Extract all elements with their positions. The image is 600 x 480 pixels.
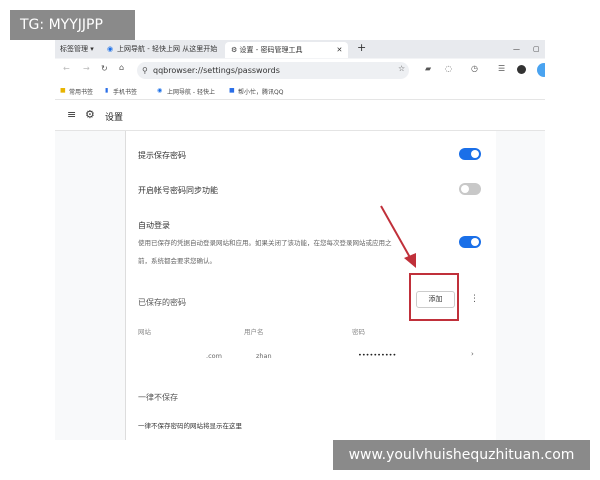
minimize-button[interactable]: — (513, 43, 520, 56)
bookmark[interactable]: 手机书签 (113, 87, 137, 96)
setting-label: 开启帐号密码同步功能 (138, 186, 218, 195)
auto-login-toggle[interactable] (459, 236, 481, 248)
maximize-button[interactable]: ▢ (533, 43, 540, 56)
tab-navigation[interactable]: 上网导航 - 轻快上网 从这里开始 (117, 43, 217, 56)
saved-passwords-title: 已保存的密码 (138, 298, 186, 307)
setting-label: 自动登录 (138, 221, 170, 230)
menu-icon[interactable]: ≡ (67, 108, 76, 121)
puzzle-icon[interactable]: ◌ (445, 64, 452, 73)
forward-icon[interactable]: → (83, 64, 90, 73)
nav-icon: ◉ (157, 87, 163, 94)
extension-icon[interactable]: ▰ (425, 64, 431, 73)
address-bar[interactable]: ⚲ qqbrowser://settings/passwords (137, 62, 409, 79)
tab-label: 设置 - 密码管理工具 (239, 46, 303, 54)
new-tab-button[interactable]: + (357, 41, 366, 54)
watermark-label: TG: MYYJJPP (10, 10, 135, 40)
close-tab-icon[interactable]: ✕ (337, 46, 343, 54)
setting-description: 使用已保存的凭据自动登录网站和应用。如果关闭了该功能，在您每次登录网站或应用之 (138, 239, 392, 247)
back-icon[interactable]: ← (63, 64, 70, 73)
add-button[interactable]: 添加 (416, 291, 455, 308)
bookmark-icon: ▮ (105, 87, 109, 94)
star-icon[interactable]: ☆ (398, 64, 405, 73)
tab-bookmark-manager[interactable]: 标签管理 ▾ (60, 43, 94, 56)
gear-icon: ⚙ (231, 46, 240, 54)
watermark-url: www.youlvhuishequzhituan.com (333, 440, 590, 470)
never-save-empty: 一律不保存密码的网站将显示在这里 (138, 422, 242, 430)
site-cell: .com (206, 352, 222, 360)
qq-icon: ■ (229, 87, 235, 94)
search-icon: ⚲ (142, 66, 148, 75)
url-text: qqbrowser://settings/passwords (153, 66, 280, 75)
avatar[interactable] (517, 65, 526, 74)
reload-icon[interactable]: ↻ (101, 64, 108, 73)
column-header-password: 密码 (352, 328, 365, 336)
bookmark[interactable]: 上网导航 - 轻快上 (167, 87, 215, 96)
home-icon[interactable]: ⌂ (119, 63, 124, 72)
profile-icon[interactable] (537, 63, 545, 77)
red-arrow (380, 205, 416, 268)
never-save-title: 一律不保存 (138, 393, 178, 402)
settings-header: ≡ ⚙ 设置 (55, 100, 545, 131)
column-header-username: 用户名 (244, 328, 264, 336)
history-icon[interactable]: ◷ (471, 64, 478, 73)
bookmark[interactable]: 常用书签 (69, 87, 93, 96)
sync-toggle[interactable] (459, 183, 481, 195)
passwords-card: 提示保存密码 开启帐号密码同步功能 自动登录 使用已保存的凭据自动登录网站和应用… (125, 131, 496, 440)
tab-bar: 标签管理 ▾ ◉ 上网导航 - 轻快上网 从这里开始 ⚙ 设置 - 密码管理工具… (55, 40, 545, 58)
setting-label: 提示保存密码 (138, 151, 186, 160)
gear-icon: ⚙ (85, 108, 95, 121)
menu-icon[interactable]: ☰ (498, 64, 505, 73)
settings-page: ≡ ⚙ 设置 提示保存密码 开启帐号密码同步功能 自动登录 使用已保存的凭据自动… (55, 100, 545, 440)
username-cell: zhan (256, 352, 272, 360)
offer-save-toggle[interactable] (459, 148, 481, 160)
folder-icon: ■ (60, 87, 66, 94)
chevron-right-icon[interactable]: › (471, 350, 474, 358)
tab-settings[interactable]: ⚙ 设置 - 密码管理工具 ✕ (225, 42, 349, 58)
bookmarks-bar: ■ 常用书签 ▮ 手机书签 ◉ 上网导航 - 轻快上 ■ 帮小忙，腾讯QQ (55, 83, 545, 100)
password-cell: •••••••••• (358, 351, 397, 359)
column-header-site: 网站 (138, 328, 151, 336)
tab-navigation-icon: ◉ (107, 45, 114, 53)
toolbar: ← → ↻ ⌂ ⚲ qqbrowser://settings/passwords … (55, 59, 545, 83)
page-title: 设置 (105, 113, 124, 123)
setting-description: 前，系统都会要求您确认。 (138, 257, 216, 265)
more-options-icon[interactable]: ⋮ (470, 294, 479, 304)
browser-screenshot: 标签管理 ▾ ◉ 上网导航 - 轻快上网 从这里开始 ⚙ 设置 - 密码管理工具… (55, 40, 545, 440)
bookmark[interactable]: 帮小忙，腾讯QQ (238, 87, 283, 96)
